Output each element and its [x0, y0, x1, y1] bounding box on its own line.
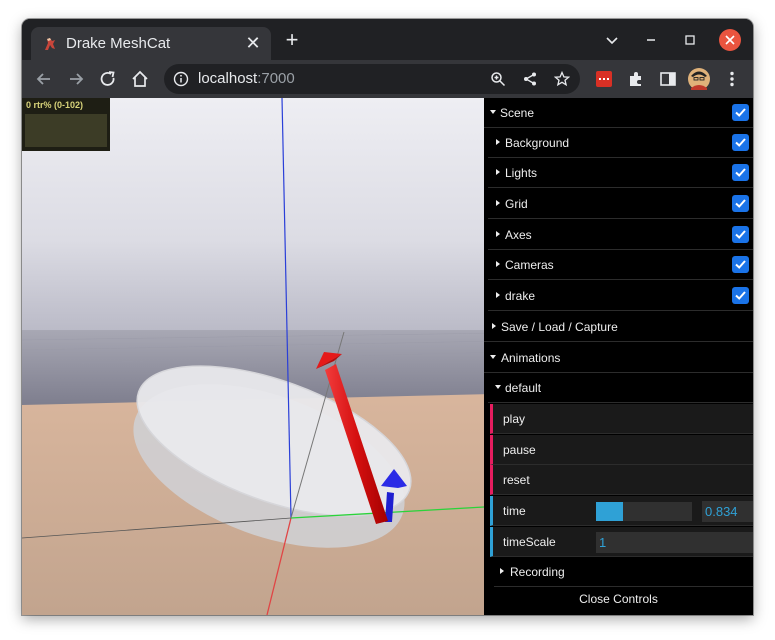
- folder-scene[interactable]: Scene: [484, 98, 753, 128]
- address-bar[interactable]: localhost:7000: [164, 64, 580, 94]
- avatar[interactable]: [688, 68, 710, 90]
- browser-window: Drake MeshCat ✕ + localhost:7000 0 rtr% …: [22, 19, 753, 615]
- chevron-right-icon: [496, 231, 500, 237]
- folder-grid[interactable]: Grid: [488, 189, 753, 219]
- reset-button[interactable]: reset: [490, 465, 753, 495]
- stats-graph: [25, 114, 107, 147]
- home-icon[interactable]: [130, 69, 150, 89]
- checkbox-drake[interactable]: [732, 287, 749, 304]
- time-slider[interactable]: [596, 502, 692, 521]
- time-label: time: [503, 504, 526, 518]
- share-icon[interactable]: [522, 71, 538, 87]
- folder-label: default: [505, 381, 542, 395]
- chevron-down-icon: [490, 355, 496, 359]
- folder-label: drake: [505, 289, 536, 303]
- url-port: :7000: [257, 70, 295, 87]
- folder-label: Lights: [505, 166, 538, 180]
- minimize-icon[interactable]: [640, 29, 662, 51]
- chevron-right-icon: [496, 169, 500, 175]
- chevron-down-icon: [490, 110, 496, 114]
- maximize-icon[interactable]: [679, 29, 701, 51]
- folder-animations[interactable]: Animations: [484, 343, 753, 373]
- drake-logo-icon: [45, 38, 55, 50]
- folder-label: Animations: [501, 351, 561, 365]
- folder-label: Save / Load / Capture: [501, 320, 618, 334]
- info-icon[interactable]: [173, 71, 189, 87]
- extension-icon[interactable]: [594, 69, 614, 89]
- folder-recording[interactable]: Recording: [494, 557, 753, 587]
- puzzle-icon[interactable]: [626, 69, 646, 89]
- checkbox-background[interactable]: [732, 134, 749, 151]
- folder-label: Cameras: [505, 258, 554, 272]
- window-close-button[interactable]: [719, 29, 741, 51]
- chevron-right-icon: [500, 568, 504, 574]
- stats-label: 0 rtr% (0-102): [26, 100, 84, 110]
- folder-background[interactable]: Background: [488, 128, 753, 158]
- zoom-icon[interactable]: [490, 71, 506, 87]
- folder-label: Background: [505, 136, 570, 150]
- url-host: localhost: [198, 70, 258, 87]
- folder-lights[interactable]: Lights: [488, 158, 753, 188]
- checkbox-grid[interactable]: [732, 195, 749, 212]
- url-text[interactable]: localhost:7000: [198, 70, 295, 87]
- folder-label: Recording: [510, 565, 565, 579]
- browser-toolbar: localhost:7000: [22, 60, 753, 98]
- chevron-down-icon[interactable]: [601, 29, 623, 51]
- kebab-menu-icon[interactable]: [722, 69, 742, 89]
- chevron-right-icon: [496, 292, 500, 298]
- time-input[interactable]: 0.834: [702, 501, 753, 522]
- meshcat-viewport[interactable]: 0 rtr% (0-102) Scene Background Lights G…: [22, 98, 753, 615]
- chevron-right-icon: [496, 200, 500, 206]
- folder-default[interactable]: default: [488, 373, 753, 403]
- close-controls-button[interactable]: Close Controls: [484, 588, 753, 615]
- reset-label: reset: [503, 473, 530, 487]
- pause-label: pause: [503, 443, 536, 457]
- folder-drake[interactable]: drake: [488, 281, 753, 311]
- play-label: play: [503, 412, 526, 426]
- star-icon[interactable]: [554, 71, 570, 87]
- pause-button[interactable]: pause: [490, 435, 753, 465]
- timescale-control: timeScale 1: [490, 527, 753, 557]
- chevron-right-icon: [496, 139, 500, 145]
- side-panel-icon[interactable]: [658, 69, 678, 89]
- controls-panel: Scene Background Lights Grid Axes Camera…: [484, 98, 753, 615]
- chevron-right-icon: [496, 261, 500, 267]
- folder-label: Axes: [505, 228, 532, 242]
- close-icon[interactable]: ✕: [243, 33, 263, 53]
- plus-icon[interactable]: +: [282, 29, 302, 51]
- time-control: time 0.834: [490, 496, 753, 526]
- time-slider-fill: [596, 502, 623, 521]
- tab-title: Drake MeshCat: [66, 35, 171, 52]
- arrow-left-icon[interactable]: [34, 69, 54, 89]
- render-stats-panel[interactable]: 0 rtr% (0-102): [22, 98, 110, 151]
- folder-save-load-capture[interactable]: Save / Load / Capture: [484, 312, 753, 342]
- browser-tab[interactable]: Drake MeshCat ✕: [31, 27, 271, 60]
- folder-axes[interactable]: Axes: [488, 220, 753, 250]
- checkbox-lights[interactable]: [732, 164, 749, 181]
- chevron-right-icon: [492, 323, 496, 329]
- folder-cameras[interactable]: Cameras: [488, 250, 753, 280]
- timescale-input[interactable]: 1: [596, 532, 753, 553]
- timescale-label: timeScale: [503, 535, 556, 549]
- checkbox-cameras[interactable]: [732, 256, 749, 273]
- play-button[interactable]: play: [490, 404, 753, 434]
- checkbox-axes[interactable]: [732, 226, 749, 243]
- title-bar: Drake MeshCat ✕ +: [22, 19, 753, 60]
- checkbox-scene[interactable]: [732, 104, 749, 121]
- folder-label: Scene: [500, 106, 535, 120]
- chevron-down-icon: [495, 385, 501, 389]
- reload-icon[interactable]: [98, 69, 118, 89]
- folder-label: Grid: [505, 197, 528, 211]
- arrow-right-icon[interactable]: [66, 69, 86, 89]
